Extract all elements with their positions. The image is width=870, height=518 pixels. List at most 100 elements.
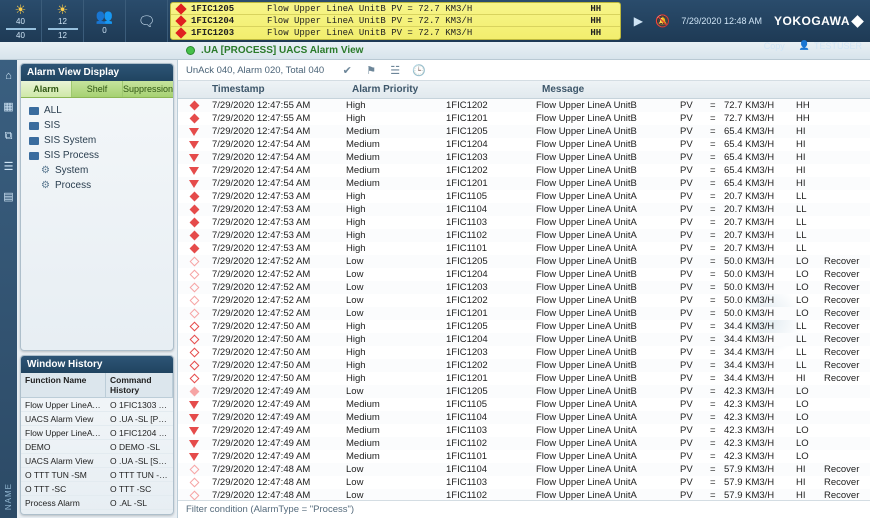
alarm-row[interactable]: 7/29/2020 12:47:49 AM Low 1FIC1205 Flow …: [178, 385, 870, 398]
indicator-4[interactable]: 🗨: [126, 0, 168, 42]
wh-function: Process Alarm: [21, 496, 106, 509]
tree-item-all[interactable]: ALL: [27, 103, 167, 118]
alarm-row[interactable]: 7/29/2020 12:47:54 AM Medium 1FIC1205 Fl…: [178, 125, 870, 138]
alarm-row[interactable]: 7/29/2020 12:47:55 AM High 1FIC1201 Flow…: [178, 112, 870, 125]
rail-grid-icon[interactable]: ▦: [1, 98, 17, 114]
alarm-row[interactable]: 7/29/2020 12:47:50 AM High 1FIC1202 Flow…: [178, 359, 870, 372]
tab-shelf[interactable]: Shelf: [72, 81, 123, 97]
tab-alarm[interactable]: Alarm: [21, 81, 72, 97]
alarm-row[interactable]: 7/29/2020 12:47:48 AM Low 1FIC1104 Flow …: [178, 463, 870, 476]
alarm-row[interactable]: 7/29/2020 12:47:49 AM Medium 1FIC1101 Fl…: [178, 450, 870, 463]
tree-item-system[interactable]: ⚙System: [27, 163, 167, 178]
alarm-row[interactable]: 7/29/2020 12:47:54 AM Medium 1FIC1201 Fl…: [178, 177, 870, 190]
alarm-row[interactable]: 7/29/2020 12:47:52 AM Low 1FIC1201 Flow …: [178, 307, 870, 320]
alarm-row[interactable]: 7/29/2020 12:47:54 AM Medium 1FIC1203 Fl…: [178, 151, 870, 164]
alarm-row[interactable]: 7/29/2020 12:47:54 AM Medium 1FIC1202 Fl…: [178, 164, 870, 177]
alarm-row[interactable]: 7/29/2020 12:47:48 AM Low 1FIC1102 Flow …: [178, 489, 870, 500]
alarm-row[interactable]: 7/29/2020 12:47:53 AM High 1FIC1102 Flow…: [178, 229, 870, 242]
rail-home-icon[interactable]: ⌂: [1, 68, 17, 84]
row-tag: 1FIC1102: [446, 438, 536, 449]
row-val: 57.9 KM3/H: [724, 490, 792, 500]
rail-copy-icon[interactable]: ⧉: [1, 128, 17, 144]
alarm-row[interactable]: 7/29/2020 12:47:49 AM Medium 1FIC1104 Fl…: [178, 411, 870, 424]
window-history-row[interactable]: System Alarm MessageO .SA -SL: [21, 510, 173, 514]
tree-item-sis-system[interactable]: SIS System: [27, 133, 167, 148]
row-timestamp: 7/29/2020 12:47:53 AM: [206, 217, 346, 228]
row-pv: PV: [680, 477, 706, 488]
alarm-row[interactable]: 7/29/2020 12:47:49 AM Medium 1FIC1105 Fl…: [178, 398, 870, 411]
indicator-2[interactable]: ☀ 12 12: [42, 0, 84, 42]
window-history-row[interactable]: O TTT TUN -SMO TTT TUN -SM: [21, 468, 173, 482]
alarm-row[interactable]: 7/29/2020 12:47:50 AM High 1FIC1204 Flow…: [178, 333, 870, 346]
flag-icon[interactable]: ⚑: [364, 63, 378, 77]
alarm-row[interactable]: 7/29/2020 12:47:52 AM Low 1FIC1204 Flow …: [178, 268, 870, 281]
col-message[interactable]: Message: [536, 81, 870, 98]
alarm-row[interactable]: 7/29/2020 12:47:49 AM Medium 1FIC1102 Fl…: [178, 437, 870, 450]
banner-alarm-list[interactable]: 1FIC1205 Flow Upper LineA UnitB PV = 72.…: [170, 2, 621, 40]
alarm-row[interactable]: 7/29/2020 12:47:48 AM Low 1FIC1103 Flow …: [178, 476, 870, 489]
alarm-row[interactable]: 7/29/2020 12:47:50 AM High 1FIC1203 Flow…: [178, 346, 870, 359]
alarm-row[interactable]: 7/29/2020 12:47:55 AM High 1FIC1202 Flow…: [178, 99, 870, 112]
row-eq: =: [710, 126, 720, 137]
ack-icon[interactable]: ✔: [340, 63, 354, 77]
tree-item-sis-process[interactable]: SIS Process: [27, 148, 167, 163]
tree-item-process[interactable]: ⚙Process: [27, 178, 167, 193]
status-dot-icon: [186, 46, 195, 55]
filter-icon[interactable]: ☱: [388, 63, 402, 77]
row-lim: LL: [796, 217, 820, 228]
bell-mute-icon[interactable]: 🔕: [655, 14, 669, 28]
banner-alarm-row[interactable]: 1FIC1205 Flow Upper LineA UnitB PV = 72.…: [171, 3, 620, 15]
copy-button[interactable]: Copy: [764, 41, 785, 51]
alarm-row[interactable]: 7/29/2020 12:47:52 AM Low 1FIC1202 Flow …: [178, 294, 870, 307]
rail-list-icon[interactable]: ☰: [1, 158, 17, 174]
tab-suppression[interactable]: Suppression: [123, 81, 173, 97]
alarm-row[interactable]: 7/29/2020 12:47:50 AM High 1FIC1201 Flow…: [178, 372, 870, 385]
row-lim: LO: [796, 425, 820, 436]
play-icon[interactable]: ▶: [631, 14, 645, 28]
rail-tiles-icon[interactable]: ▤: [1, 188, 17, 204]
alarm-row[interactable]: 7/29/2020 12:47:49 AM Medium 1FIC1103 Fl…: [178, 424, 870, 437]
banner-alarm-row[interactable]: 1FIC1204 Flow Upper LineA UnitB PV = 72.…: [171, 15, 620, 27]
window-history-row[interactable]: UACS Alarm ViewO .UA -SL [SYSTEM]: [21, 454, 173, 468]
alarm-row[interactable]: 7/29/2020 12:47:53 AM High 1FIC1103 Flow…: [178, 216, 870, 229]
indicator-3[interactable]: 👥 0: [84, 0, 126, 42]
wh-col-function[interactable]: Function Name: [21, 373, 106, 397]
window-history-row[interactable]: O TTT -SCO TTT -SC: [21, 482, 173, 496]
alarm-row[interactable]: 7/29/2020 12:47:53 AM High 1FIC1105 Flow…: [178, 190, 870, 203]
alarm-row[interactable]: 7/29/2020 12:47:52 AM Low 1FIC1205 Flow …: [178, 255, 870, 268]
col-timestamp[interactable]: Timestamp: [206, 81, 346, 98]
user-menu[interactable]: 👤 TESTUSER: [799, 40, 862, 51]
panel-title: Alarm View Display: [21, 64, 173, 81]
priority-medium-icon: [189, 167, 199, 175]
row-rec: [824, 412, 870, 423]
wh-col-command[interactable]: Command History: [106, 373, 173, 397]
clock-icon[interactable]: 🕒: [412, 63, 426, 77]
row-pv: PV: [680, 204, 706, 215]
row-message: Flow Upper LineA UnitB PV = 65.4 KM3/H H…: [536, 139, 870, 150]
row-timestamp: 7/29/2020 12:47:54 AM: [206, 178, 346, 189]
row-rec: [824, 178, 870, 189]
row-tag: 1FIC1102: [446, 230, 536, 241]
window-history-row[interactable]: UACS Alarm ViewO .UA -SL [PROCESS]: [21, 412, 173, 426]
alarm-row[interactable]: 7/29/2020 12:47:53 AM High 1FIC1104 Flow…: [178, 203, 870, 216]
row-timestamp: 7/29/2020 12:47:53 AM: [206, 243, 346, 254]
tree-item-sis[interactable]: SIS: [27, 118, 167, 133]
alarm-row[interactable]: 7/29/2020 12:47:52 AM Low 1FIC1203 Flow …: [178, 281, 870, 294]
col-priority[interactable]: Alarm Priority: [346, 81, 446, 98]
indicator-1[interactable]: ☀ 40 40: [0, 0, 42, 42]
row-eq: =: [710, 347, 720, 358]
row-message: Flow Upper LineA UnitB PV = 50.0 KM3/H L…: [536, 295, 870, 306]
row-icon: [182, 154, 206, 162]
window-history-row[interactable]: Flow Upper LineA UnitBO 1FIC1204 -SC: [21, 426, 173, 440]
alarm-row[interactable]: 7/29/2020 12:47:54 AM Medium 1FIC1204 Fl…: [178, 138, 870, 151]
grid-body[interactable]: 7/29/2020 12:47:55 AM High 1FIC1202 Flow…: [178, 99, 870, 500]
window-history-row[interactable]: Flow Upper LineA UnitBO 1FIC1303 TUN -SL: [21, 398, 173, 412]
window-history-row[interactable]: Process AlarmO .AL -SL: [21, 496, 173, 510]
alarm-row[interactable]: 7/29/2020 12:47:53 AM High 1FIC1101 Flow…: [178, 242, 870, 255]
window-history-row[interactable]: DEMOO DEMO -SL: [21, 440, 173, 454]
banner-alarm-row[interactable]: 1FIC1203 Flow Upper LineA UnitB PV = 72.…: [171, 27, 620, 39]
row-desc: Flow Upper LineA UnitB: [536, 269, 676, 280]
row-message: Flow Upper LineA UnitA PV = 42.3 KM3/H L…: [536, 438, 870, 449]
priority-medium-icon: [189, 453, 199, 461]
alarm-row[interactable]: 7/29/2020 12:47:50 AM High 1FIC1205 Flow…: [178, 320, 870, 333]
